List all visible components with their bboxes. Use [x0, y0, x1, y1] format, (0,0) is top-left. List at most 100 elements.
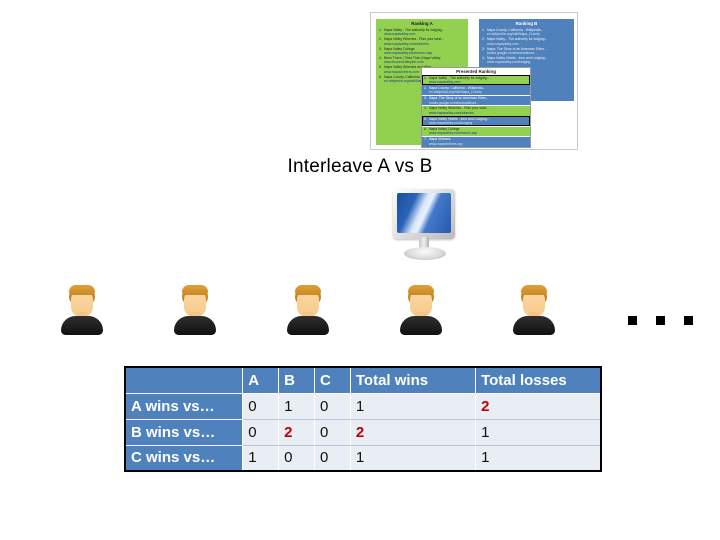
table-cell: 1 [349, 444, 477, 472]
avatar-fringe [521, 285, 547, 295]
ranking-b-title: Ranking B [515, 21, 538, 26]
ranking-result-item[interactable]: 2. Napa Valley - The authority for lodgin… [482, 37, 571, 46]
table-row-label: C wins vs… [124, 444, 244, 472]
ranking-result-item[interactable]: 4. Been There | Tried That | Napa Valley w… [379, 56, 465, 65]
header-cell-total-wins: Total wins [349, 366, 477, 394]
table-cell: 0 [242, 392, 280, 420]
result-body: Napa: The Story of an American Eden... bo… [487, 47, 571, 56]
table-row-label: B wins vs… [124, 418, 244, 446]
monitor-icon [393, 189, 459, 261]
ranking-result-item[interactable]: 4. Napa Valley Hotels - Inns and Lodging.… [482, 56, 571, 65]
result-url: www.napavalley.com/lodging [487, 60, 531, 65]
ranking-result-item[interactable]: 4. Napa Valley Wineries - Plan your wine.… [422, 105, 530, 116]
user-avatar [507, 283, 561, 335]
avatar-body [174, 316, 216, 335]
ellipsis-dot [628, 316, 637, 325]
result-body: Napa Valley Wineries - Plan your wine...… [429, 106, 528, 115]
result-body: Napa County, California - Wikipedia... en… [429, 86, 528, 95]
result-url: www.napavalley.edu/homex.asp [384, 51, 433, 56]
result-url: www.napavalley.com [429, 79, 461, 84]
table-cell: 0 [278, 444, 315, 472]
result-body: Napa County, California - Wikipedia... en… [487, 28, 571, 37]
result-url: books.google.com/books/about... [487, 51, 537, 56]
table-row: C wins vs… 1 0 0 1 1 [124, 444, 602, 472]
result-url: www.brownsvalleyinn.com [384, 60, 424, 65]
table-header: A B C Total wins Total losses [124, 366, 602, 394]
ranking-result-item[interactable]: 3. Napa Valley College www.napavalley.edu/… [379, 47, 465, 56]
result-body: Napa Vintners www.napavintners.org [429, 137, 528, 146]
ranking-result-item[interactable]: 2. Napa Valley Wineries - Plan your wine.… [379, 37, 465, 46]
monitor-bezel [393, 189, 455, 239]
ranking-result-item[interactable]: 3. Napa: The Story of an American Eden...… [422, 95, 530, 106]
result-url: www.napavalley.com [384, 32, 416, 37]
avatar-fringe [182, 285, 208, 295]
table-cell: 2 [278, 418, 315, 446]
user-avatar [394, 283, 448, 335]
table-cell: 2 [475, 392, 602, 420]
table-row: B wins vs… 0 2 0 2 1 [124, 418, 602, 446]
ranking-result-item[interactable]: 7. Napa Vintners www.napavintners.org [422, 136, 530, 147]
ellipsis-dot [656, 316, 665, 325]
table-header-row: A B C Total wins Total losses [124, 366, 602, 394]
table-cell: 0 [314, 418, 351, 446]
result-url: www.napavalley.com/lodging [429, 121, 473, 126]
avatar-body [400, 316, 442, 335]
table-cell: 1 [349, 392, 477, 420]
ranking-result-item[interactable]: 1. Napa Valley - The authority for lodgin… [379, 28, 465, 37]
result-body: Napa Valley - The authority for lodging.… [429, 76, 528, 85]
ranking-result-item[interactable]: 6. Napa Valley College www.napavalley.edu/… [422, 126, 530, 137]
results-table: A B C Total wins Total losses A wins vs…… [124, 366, 602, 472]
ellipsis-icon [628, 316, 694, 330]
result-url: www.napavalley.com [487, 41, 519, 46]
ranking-b-list: 1. Napa County, California - Wikipedia...… [482, 28, 571, 65]
result-url: en.wikipedia.org/wiki/Napa_County [487, 32, 540, 37]
result-url: books.google.com/books/about... [429, 100, 479, 105]
monitor-screen [397, 193, 451, 233]
presented-ranking-list: 1. Napa Valley - The authority for lodgin… [422, 75, 530, 147]
result-url: www.napavalley.edu/homex.asp [429, 131, 478, 136]
result-body: Napa Valley Hotels - Inns and Lodging...… [429, 117, 528, 126]
result-body: Napa Valley Wineries - Plan your wine...… [384, 37, 465, 46]
header-cell-c: C [314, 366, 351, 394]
result-body: Napa: The Story of an American Eden... bo… [429, 96, 528, 105]
avatar-fringe [408, 285, 434, 295]
ellipsis-dot [684, 316, 693, 325]
table-cell: 0 [314, 392, 351, 420]
interleaving-diagram: Ranking A 1. Napa Valley - The authority … [370, 12, 578, 150]
header-cell-total-losses: Total losses [475, 366, 602, 394]
table-cell: 1 [475, 444, 602, 472]
result-body: Napa Valley College www.napavalley.edu/ho… [429, 127, 528, 136]
users-row [0, 283, 720, 335]
table-cell: 1 [278, 392, 315, 420]
ranking-result-item[interactable]: 2. Napa County, California - Wikipedia...… [422, 85, 530, 96]
page-title: Interleave A vs B [287, 156, 433, 177]
presented-ranking-panel: Presented Ranking 1. Napa Valley - The au… [421, 67, 531, 149]
table-row: A wins vs… 0 1 0 1 2 [124, 392, 602, 420]
header-cell-b: B [278, 366, 315, 394]
result-body: Napa Valley - The authority for lodging.… [487, 37, 571, 46]
table-row-label: A wins vs… [124, 392, 244, 420]
table-body: A wins vs… 0 1 0 1 2 B wins vs… 0 2 0 2 1 C wins vs…… [124, 392, 602, 472]
result-url: www.napavintners.org [429, 141, 463, 146]
table-cell: 0 [242, 418, 280, 446]
presented-ranking-title: Presented Ranking [422, 68, 530, 75]
ranking-a-title: Ranking A [411, 21, 433, 26]
ranking-result-item[interactable]: 3. Napa: The Story of an American Eden...… [482, 47, 571, 56]
ranking-result-item[interactable]: 1. Napa County, California - Wikipedia...… [482, 28, 571, 37]
header-cell-blank [124, 366, 244, 394]
table-cell: 2 [349, 418, 477, 446]
result-body: Napa Valley - The authority for lodging.… [384, 28, 465, 37]
avatar-body [61, 316, 103, 335]
avatar-body [513, 316, 555, 335]
result-url: www.napavalley.com/wineries [384, 41, 429, 46]
ranking-result-item[interactable]: 5. Napa Valley Hotels - Inns and Lodging.… [422, 116, 530, 127]
table-cell: 1 [475, 418, 602, 446]
avatar-fringe [295, 285, 321, 295]
avatar-body [287, 316, 329, 335]
result-url: en.wikipedia.org/wiki/Napa_County [429, 90, 482, 95]
user-avatar [281, 283, 335, 335]
header-cell-a: A [242, 366, 280, 394]
result-body: Napa Valley College www.napavalley.edu/ho… [384, 47, 465, 56]
ranking-result-item[interactable]: 1. Napa Valley - The authority for lodgin… [422, 75, 530, 85]
user-avatar [55, 283, 109, 335]
